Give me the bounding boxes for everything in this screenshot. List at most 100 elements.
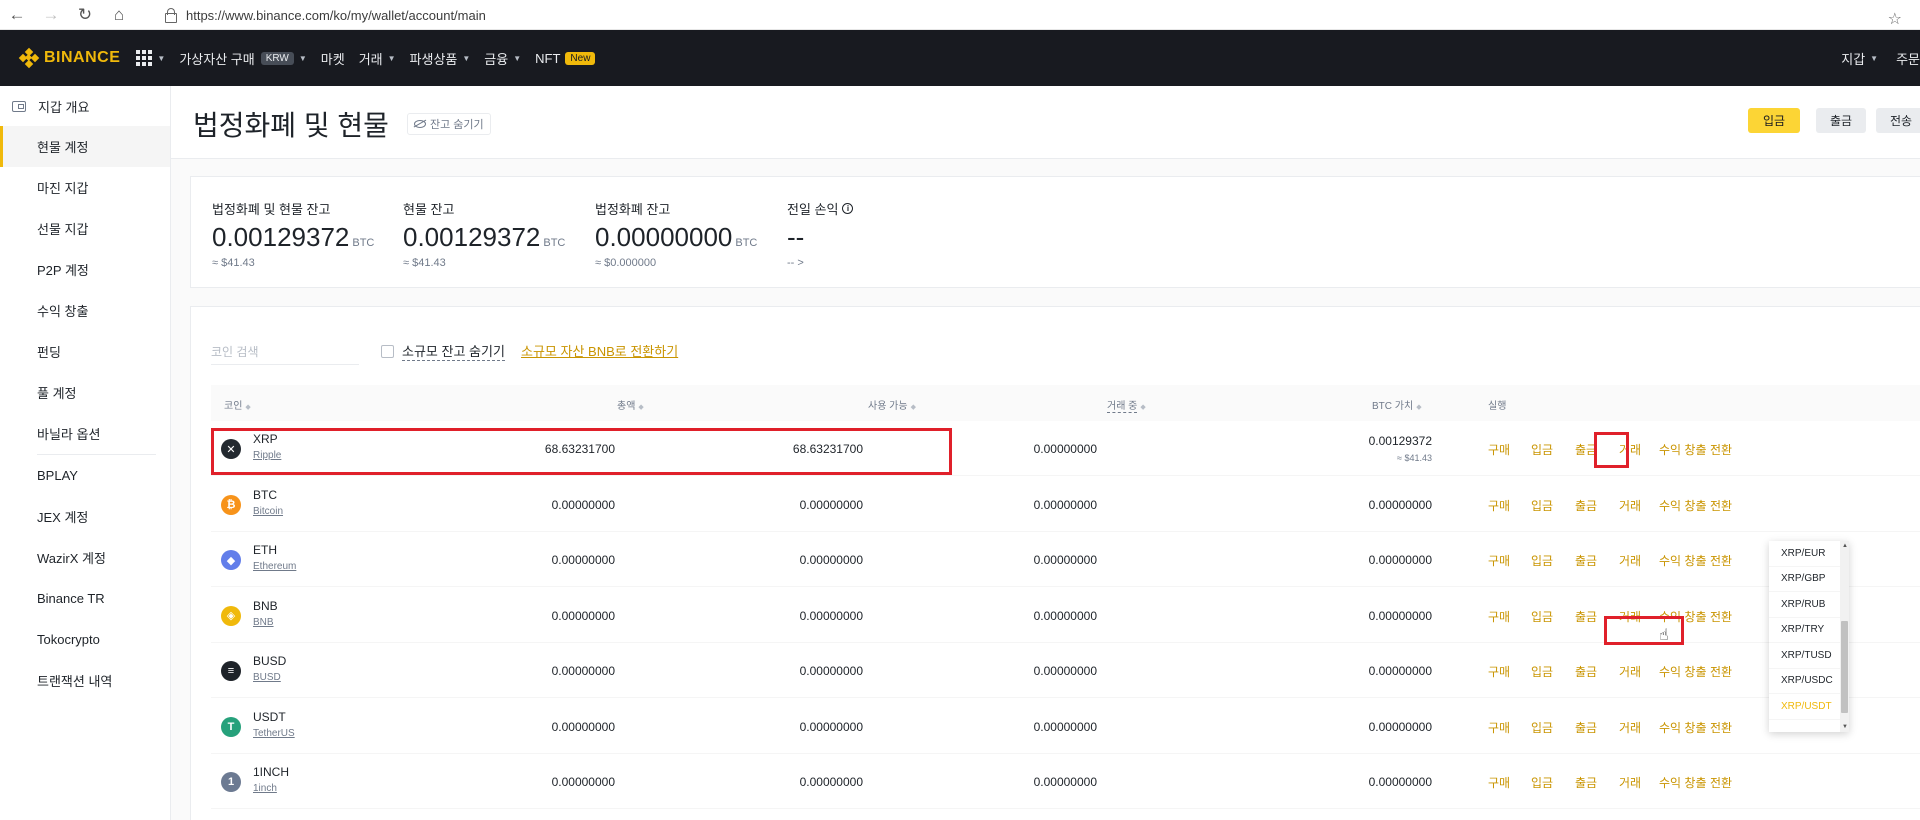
bookmark-star-icon[interactable]: ☆ [1888, 9, 1902, 29]
dropdown-scrollbar[interactable]: ▲ ▼ [1840, 541, 1849, 732]
trade-button[interactable]: 거래 [1619, 552, 1641, 569]
coin-name-link[interactable]: Ethereum [253, 561, 296, 572]
trade-pair-option[interactable]: XRP/USDT [1769, 694, 1849, 720]
trade-button[interactable]: 거래 [1619, 497, 1641, 514]
deposit-link[interactable]: 입금 [1531, 774, 1553, 791]
earn-link[interactable]: 수익 창출 [1659, 719, 1707, 736]
nav-derivatives[interactable]: 파생상품 ▼ [410, 49, 471, 68]
buy-button[interactable]: 구매 [1488, 497, 1510, 514]
sidebar-item-earn[interactable]: 수익 창출 [0, 290, 170, 331]
transfer-button[interactable]: 전송 [1876, 108, 1920, 133]
sidebar-item-overview[interactable]: 지갑 개요 [0, 86, 170, 126]
info-icon[interactable]: i [842, 203, 854, 214]
convert-button[interactable]: 전환 [1710, 774, 1732, 791]
th-in-order[interactable]: 거래 중 ◆ [1107, 397, 1146, 413]
nav-nft[interactable]: NFT New [535, 51, 596, 66]
withdraw-link[interactable]: 출금 [1575, 441, 1597, 458]
home-icon[interactable]: ⌂ [102, 0, 136, 30]
hide-small-balances-toggle[interactable]: 소규모 잔고 숨기기 [381, 341, 505, 361]
earn-link[interactable]: 수익 창출 [1659, 663, 1707, 680]
sidebar-item-pool[interactable]: 풀 계정 [0, 372, 170, 413]
convert-button[interactable]: 전환 [1710, 441, 1732, 458]
withdraw-link[interactable]: 출금 [1575, 719, 1597, 736]
back-arrow-icon[interactable]: ← [0, 0, 34, 30]
earn-link[interactable]: 수익 창출 [1659, 497, 1707, 514]
nav-orders[interactable]: 주문 [1896, 49, 1920, 68]
nav-buy-crypto[interactable]: 가상자산 구매 KRW ▼ [179, 49, 307, 68]
coin-name-link[interactable]: Ripple [253, 450, 281, 461]
convert-button[interactable]: 전환 [1710, 608, 1732, 625]
trade-pair-option[interactable]: XRP/TRY [1769, 618, 1849, 643]
sidebar-item-p2p[interactable]: P2P 계정 [0, 249, 170, 290]
trade-pair-dropdown[interactable]: XRP/EUR XRP/GBP XRP/RUB XRP/TRY XRP/TUSD XRP/… [1769, 541, 1849, 732]
convert-button[interactable]: 전환 [1710, 497, 1732, 514]
buy-button[interactable]: 구매 [1488, 552, 1510, 569]
deposit-link[interactable]: 입금 [1531, 608, 1553, 625]
buy-button[interactable]: 구매 [1488, 774, 1510, 791]
sidebar-item-tokocrypto[interactable]: Tokocrypto [0, 619, 170, 660]
coin-name-link[interactable]: TetherUS [253, 728, 295, 739]
sidebar-item-binance-tr[interactable]: Binance TR [0, 578, 170, 619]
trade-pair-option[interactable]: XRP/RUB [1769, 592, 1849, 618]
buy-button[interactable]: 구매 [1488, 719, 1510, 736]
scroll-up-icon[interactable]: ▲ [1842, 543, 1848, 549]
forward-arrow-icon[interactable]: → [34, 0, 68, 30]
withdraw-link[interactable]: 출금 [1575, 663, 1597, 680]
th-total[interactable]: 총액 ◆ [617, 397, 644, 412]
buy-button[interactable]: 구매 [1488, 608, 1510, 625]
deposit-link[interactable]: 입금 [1531, 719, 1553, 736]
hide-small-checkbox[interactable] [381, 344, 394, 358]
convert-button[interactable]: 전환 [1710, 552, 1732, 569]
trade-pair-option[interactable]: XRP/USDC [1769, 669, 1849, 694]
trade-button[interactable]: 거래 [1619, 441, 1641, 458]
coin-name-link[interactable]: BNB [253, 617, 274, 628]
earn-link[interactable]: 수익 창출 [1659, 441, 1707, 458]
nav-wallet[interactable]: 지갑 ▼ [1841, 49, 1878, 68]
scrollbar-thumb[interactable] [1841, 621, 1848, 713]
trade-button[interactable]: 거래 [1619, 719, 1641, 736]
sidebar-item-funding[interactable]: 펀딩 [0, 331, 170, 372]
pnl-details-link[interactable]: -- > [787, 257, 853, 269]
trade-pair-option[interactable]: XRP/EUR [1769, 541, 1849, 567]
coin-name-link[interactable]: 1inch [253, 783, 277, 794]
nav-finance[interactable]: 금융 ▼ [484, 49, 521, 68]
convert-button[interactable]: 전환 [1710, 719, 1732, 736]
scroll-down-icon[interactable]: ▼ [1842, 724, 1848, 730]
coin-name-link[interactable]: BUSD [253, 672, 281, 683]
deposit-link[interactable]: 입금 [1531, 552, 1553, 569]
deposit-button[interactable]: 입금 [1748, 108, 1800, 133]
withdraw-link[interactable]: 출금 [1575, 608, 1597, 625]
coin-name-link[interactable]: Bitcoin [253, 506, 283, 517]
withdraw-button[interactable]: 출금 [1816, 108, 1866, 133]
deposit-link[interactable]: 입금 [1531, 497, 1553, 514]
nav-markets[interactable]: 마켓 [321, 49, 345, 68]
buy-button[interactable]: 구매 [1488, 441, 1510, 458]
coin-search-input[interactable] [211, 339, 359, 365]
earn-link[interactable]: 수익 창출 [1659, 774, 1707, 791]
deposit-link[interactable]: 입금 [1531, 441, 1553, 458]
convert-small-to-bnb-link[interactable]: 소규모 자산 BNB로 전환하기 [521, 341, 678, 360]
apps-grid-icon[interactable] [136, 50, 153, 66]
sidebar-item-transaction-history[interactable]: 트랜잭션 내역 [0, 660, 170, 701]
deposit-link[interactable]: 입금 [1531, 663, 1553, 680]
url-text[interactable]: https://www.binance.com/ko/my/wallet/acc… [186, 8, 486, 23]
sidebar-item-spot[interactable]: 현물 계정 [0, 126, 170, 167]
buy-button[interactable]: 구매 [1488, 663, 1510, 680]
trade-button[interactable]: 거래 [1619, 774, 1641, 791]
sidebar-item-vanilla-options[interactable]: 바닐라 옵션 [0, 413, 170, 454]
binance-logo[interactable]: BINANCE [18, 47, 120, 69]
trade-pair-option[interactable]: XRP/GBP [1769, 567, 1849, 592]
withdraw-link[interactable]: 출금 [1575, 497, 1597, 514]
trade-button[interactable]: 거래 [1619, 663, 1641, 680]
sidebar-item-wazirx[interactable]: WazirX 계정 [0, 537, 170, 578]
withdraw-link[interactable]: 출금 [1575, 552, 1597, 569]
th-btc-value[interactable]: BTC 가치 ◆ [1372, 397, 1422, 412]
trade-pair-option[interactable]: XRP/TUSD [1769, 643, 1849, 669]
th-coin[interactable]: 코인 ◆ [224, 397, 251, 412]
sidebar-item-jex[interactable]: JEX 계정 [0, 496, 170, 537]
sidebar-item-bplay[interactable]: BPLAY [0, 455, 170, 496]
sidebar-item-margin[interactable]: 마진 지갑 [0, 167, 170, 208]
convert-button[interactable]: 전환 [1710, 663, 1732, 680]
nav-trade[interactable]: 거래 ▼ [359, 49, 396, 68]
reload-icon[interactable]: ↻ [68, 0, 102, 30]
